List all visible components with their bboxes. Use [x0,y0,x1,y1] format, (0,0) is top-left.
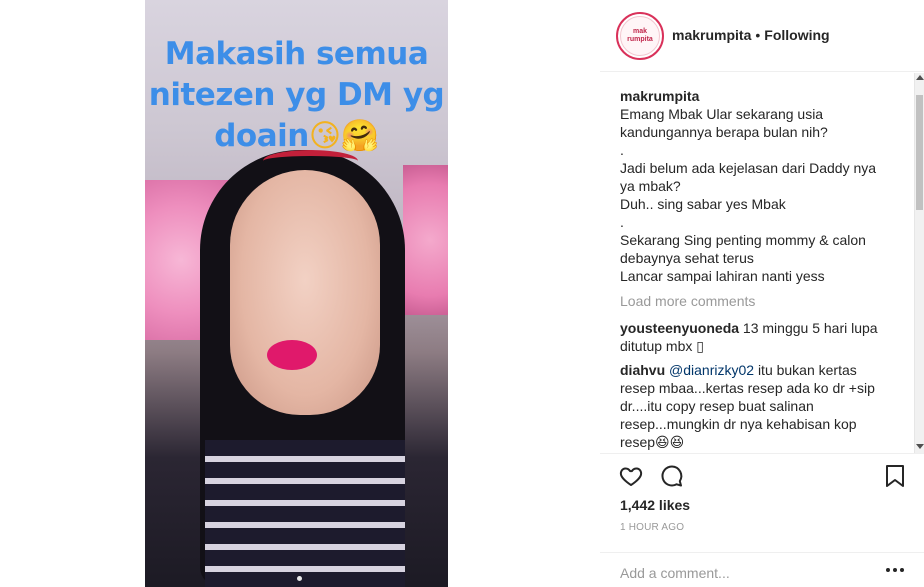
caption-line: Emang Mbak Ular sekarang usia kandungann… [620,106,828,140]
caption-author[interactable]: makrumpita [620,87,890,105]
overlay-line-3-text: doain [214,118,309,154]
scroll-thumb[interactable] [916,95,923,210]
caption-line: . [620,142,624,158]
more-dot [900,568,904,572]
overlay-line-2: nitezen yg DM yg [148,77,445,113]
comment-author[interactable]: yousteenyuoneda [620,320,739,336]
person-shirt [205,440,405,587]
heart-icon [619,467,643,486]
avatar-logo: mak rumpita [620,16,660,56]
overlay-line-1: Makasih semua [164,36,429,72]
more-options-icon[interactable] [886,568,904,572]
video-overlay-text: Makasih semua nitezen yg DM yg doain😘🤗 [145,34,448,157]
like-button[interactable] [617,462,645,490]
add-comment-input[interactable] [620,562,870,584]
comment-bubble-icon [661,465,683,487]
caption-line: Duh.. sing sabar yes Mbak [620,196,786,212]
media-pane: Makasih semua nitezen yg DM yg doain😘🤗 [0,0,600,587]
header-user: makrumpita • Following [672,27,830,43]
add-comment-bar [600,552,924,587]
avatar[interactable]: mak rumpita [616,12,664,60]
comments-section: makrumpita Emang Mbak Ular sekarang usia… [600,73,924,453]
follow-status-button[interactable]: Following [764,27,829,43]
caption-line: Jadi belum ada kejelasan dari Daddy nya … [620,160,877,194]
header-separator: • [755,27,761,43]
comment-author[interactable]: diahvu [620,362,665,378]
post-panel: mak rumpita makrumpita • Following makrump… [600,0,924,587]
overlay-line-3: doain😘🤗 [145,116,448,157]
post-actions: 1,442 likes 1 HOUR AGO [600,453,924,587]
header-username[interactable]: makrumpita [672,27,751,43]
story-video[interactable]: Makasih semua nitezen yg DM yg doain😘🤗 [145,0,448,587]
more-dot [893,568,897,572]
post-header: mak rumpita makrumpita • Following [600,0,924,72]
pillow-right [403,165,448,315]
overlay-emoji: 😘🤗 [308,118,379,154]
comment-mention-link[interactable]: @dianrizky02 [669,362,754,378]
person-lips [267,340,317,370]
likes-count[interactable]: 1,442 likes [620,497,690,513]
comment-item: yousteenyuoneda 13 minggu 5 hari lupa di… [620,319,890,355]
comments-scrollbar[interactable] [914,73,924,453]
caption-line: Lancar sampai lahiran nanti yess [620,268,825,284]
caption: makrumpita Emang Mbak Ular sekarang usia… [620,87,890,285]
load-more-comments-link[interactable]: Load more comments [620,293,755,309]
scroll-up-arrow-icon[interactable] [916,75,924,80]
person-face [230,170,380,415]
caption-line: . [620,214,624,230]
video-progress-dot [297,576,302,581]
comment-item: diahvu @dianrizky02 itu bukan kertas res… [620,361,890,451]
more-dot [886,568,890,572]
scroll-down-arrow-icon[interactable] [916,444,924,449]
save-button[interactable] [881,462,909,490]
post-timestamp[interactable]: 1 HOUR AGO [620,522,684,533]
comment-button[interactable] [658,462,686,490]
bookmark-icon [886,465,904,487]
caption-line: Sekarang Sing penting mommy & calon deba… [620,232,866,266]
